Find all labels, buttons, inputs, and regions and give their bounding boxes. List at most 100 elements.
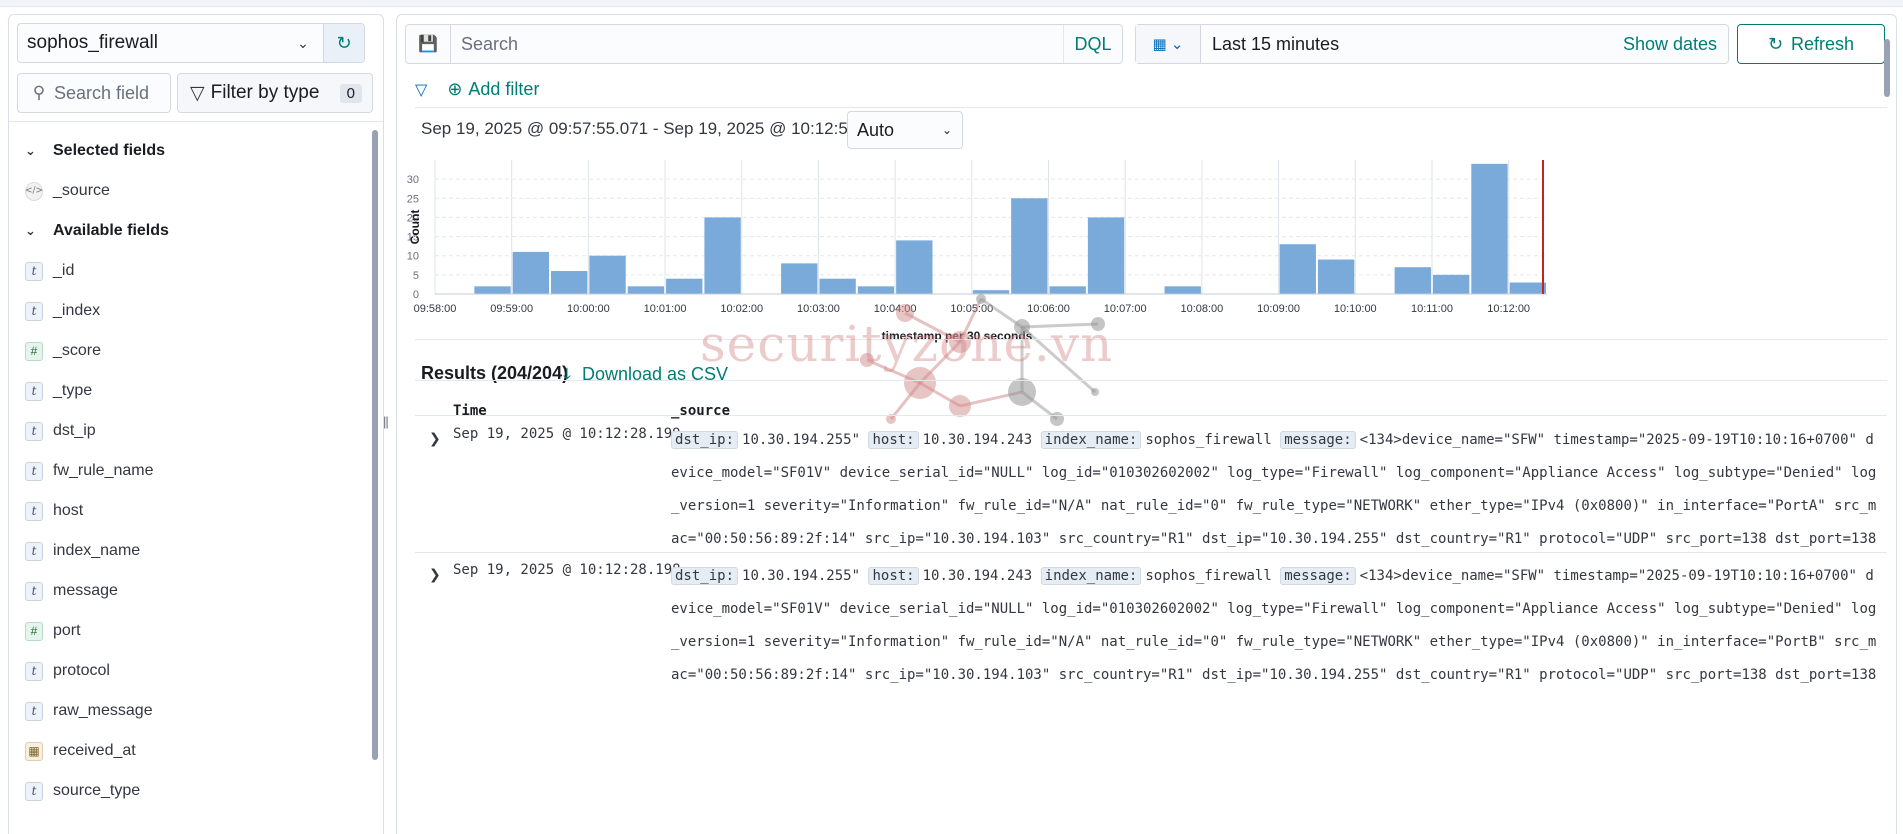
message-value: <134>device_name="SFW" timestamp="2025-0… <box>671 432 1877 547</box>
chevron-down-icon[interactable]: ⌄ <box>283 35 323 52</box>
field-item[interactable]: t host <box>9 491 371 531</box>
histogram-bar[interactable] <box>474 286 511 294</box>
field-value: 10.30.194.255" <box>742 432 861 448</box>
add-icon: ⊕ <box>447 79 463 99</box>
histogram-bar[interactable] <box>1279 244 1316 294</box>
field-name: _score <box>53 342 102 359</box>
histogram-bar[interactable] <box>551 271 588 294</box>
field-name: protocol <box>53 662 110 679</box>
field-item[interactable]: t message <box>9 571 371 611</box>
field-name: _id <box>53 262 75 279</box>
refresh-button[interactable]: ↻ Refresh <box>1737 24 1885 64</box>
calendar-dropdown-icon[interactable]: ▦ ⌄ <box>1136 25 1201 63</box>
field-item[interactable]: t fw_rule_name <box>9 451 371 491</box>
field-item[interactable]: t _index <box>9 291 371 331</box>
histogram-bar[interactable] <box>512 251 550 294</box>
field-item[interactable]: ▦ received_at <box>9 731 371 771</box>
divider <box>415 107 1887 108</box>
table-row: ❯ Sep 19, 2025 @ 10:12:28.199 dst_ip: 10.… <box>415 416 1893 552</box>
field-list: ⌄ Selected fields </> _source ⌄ Availabl… <box>9 131 371 811</box>
row-timestamp: Sep 19, 2025 @ 10:12:28.198 <box>453 562 681 578</box>
field-item[interactable]: t protocol <box>9 651 371 691</box>
string-type-icon: t <box>25 541 43 561</box>
field-key: index_name: <box>1040 567 1142 585</box>
x-tick-label: 10:12:00 <box>1487 303 1530 315</box>
field-key: host: <box>868 431 919 449</box>
field-value: 10.30.194.243 <box>922 432 1033 448</box>
available-fields-toggle[interactable]: ⌄ Available fields <box>9 211 371 251</box>
expand-row-icon[interactable]: ❯ <box>429 566 441 583</box>
expand-row-icon[interactable]: ❯ <box>429 430 441 447</box>
histogram-bar[interactable] <box>1011 198 1048 294</box>
x-tick-label: 10:09:00 <box>1257 303 1300 315</box>
y-tick-label: 10 <box>407 251 419 263</box>
field-item[interactable]: t raw_message <box>9 691 371 731</box>
selected-fields-toggle[interactable]: ⌄ Selected fields <box>9 131 371 171</box>
divider <box>9 121 383 122</box>
field-name: host <box>53 502 84 519</box>
histogram-bar[interactable] <box>1509 282 1546 294</box>
search-field-input[interactable]: ⚲ Search field <box>17 73 171 113</box>
field-item[interactable]: t dst_ip <box>9 411 371 451</box>
refresh-index-icon[interactable]: ↻ <box>323 24 364 62</box>
filter-by-type-button[interactable]: ▽ Filter by type 0 <box>177 73 373 113</box>
histogram-bar[interactable] <box>704 217 741 294</box>
histogram-bar[interactable] <box>1087 217 1125 294</box>
x-tick-label: 10:03:00 <box>797 303 840 315</box>
field-value: 10.30.194.243 <box>922 568 1033 584</box>
main-scrollbar[interactable] <box>1884 39 1890 97</box>
histogram-bar[interactable] <box>1317 259 1355 294</box>
field-name: message <box>53 582 118 599</box>
available-fields-heading: Available fields <box>53 222 169 239</box>
query-language-toggle[interactable]: DQL <box>1063 25 1122 63</box>
filter-count-badge: 0 <box>339 83 362 103</box>
resize-handle-icon[interactable]: || <box>383 414 389 429</box>
number-type-icon: # <box>25 341 43 361</box>
histogram-bar[interactable] <box>1164 286 1201 294</box>
field-key: host: <box>868 567 919 585</box>
row-source: dst_ip: 10.30.194.255" host: 10.30.194.243… <box>671 560 1881 694</box>
x-tick-label: 10:00:00 <box>567 303 610 315</box>
save-query-icon[interactable]: 💾 <box>406 25 451 63</box>
histogram-range: Sep 19, 2025 @ 09:57:55.071 - Sep 19, 20… <box>421 119 920 138</box>
histogram-bar[interactable] <box>627 286 665 294</box>
field-name: index_name <box>53 542 141 559</box>
index-pattern-select[interactable]: sophos_firewall ⌄ ↻ <box>17 23 365 63</box>
histogram-bar[interactable] <box>666 278 703 294</box>
field-key: dst_ip: <box>671 567 739 585</box>
filter-by-type-label: Filter by type <box>210 82 320 103</box>
field-item[interactable]: # port <box>9 611 371 651</box>
string-type-icon: t <box>25 381 43 401</box>
time-range-label[interactable]: Last 15 minutes <box>1201 34 1623 55</box>
histogram-bar[interactable] <box>781 263 818 294</box>
download-icon: ⤓ <box>563 364 571 384</box>
selected-fields-heading: Selected fields <box>53 142 166 159</box>
field-item[interactable]: t source_type <box>9 771 371 811</box>
field-key: message: <box>1280 431 1356 449</box>
field-item[interactable]: t _id <box>9 251 371 291</box>
show-dates-link[interactable]: Show dates <box>1623 34 1717 55</box>
histogram-bar[interactable] <box>1432 274 1470 294</box>
histogram-bar[interactable] <box>1394 267 1431 294</box>
x-tick-label: 10:01:00 <box>644 303 687 315</box>
histogram-chart[interactable]: 05101520253009:58:00 09:59:00 10:00:00 10:0… <box>397 155 1896 355</box>
search-input[interactable]: Search <box>451 34 1063 55</box>
field-item-source[interactable]: </> _source <box>9 171 371 211</box>
add-filter-button[interactable]: Add filter <box>468 79 539 100</box>
field-item[interactable]: t _type <box>9 371 371 411</box>
time-picker: ▦ ⌄ Last 15 minutes Show dates <box>1135 24 1729 64</box>
histogram-bar[interactable] <box>589 255 626 294</box>
string-type-icon: t <box>25 421 43 441</box>
field-item[interactable]: t index_name <box>9 531 371 571</box>
row-timestamp: Sep 19, 2025 @ 10:12:28.199 <box>453 426 681 442</box>
field-name: received_at <box>53 742 136 759</box>
histogram-bar[interactable] <box>1471 163 1508 294</box>
sidebar-scrollbar[interactable] <box>372 130 378 760</box>
field-key: message: <box>1280 567 1356 585</box>
histogram-bar[interactable] <box>819 278 856 294</box>
filter-icon[interactable]: ▽ <box>415 80 427 100</box>
row-source: dst_ip: 10.30.194.255" host: 10.30.194.243… <box>671 424 1881 558</box>
interval-select[interactable]: Auto ⌄ <box>847 111 963 149</box>
string-type-icon: t <box>25 301 43 321</box>
field-item[interactable]: # _score <box>9 331 371 371</box>
